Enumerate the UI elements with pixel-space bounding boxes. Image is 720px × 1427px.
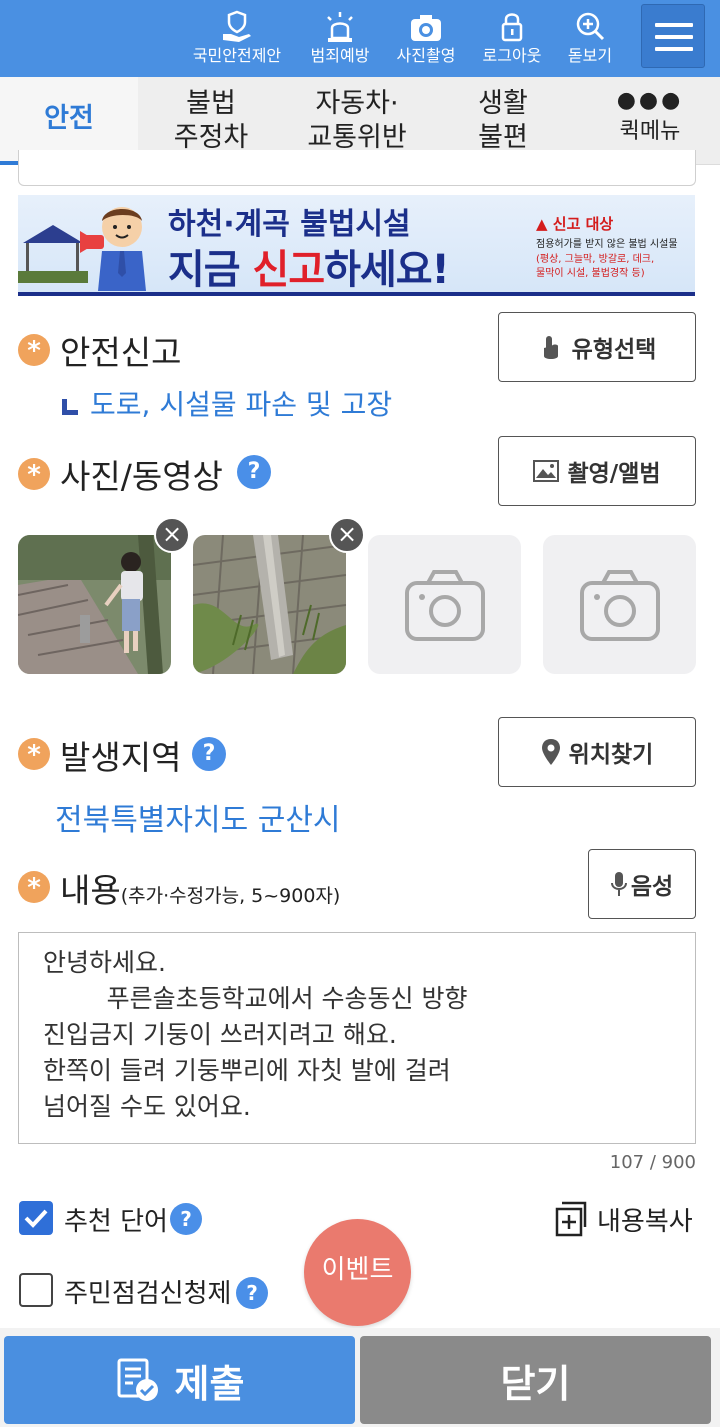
empty-photo-slot-1[interactable] xyxy=(368,535,521,674)
required-mark: * xyxy=(18,871,50,903)
tab-traffic-violation-label: 자동차· 교통위반 xyxy=(307,88,407,153)
submit-button[interactable]: 제출 xyxy=(4,1336,355,1424)
copy-content-label: 내용복사 xyxy=(597,1206,693,1237)
siren-icon xyxy=(327,12,353,42)
document-check-icon xyxy=(117,1358,158,1401)
banner-warn-title: ▲ 신고 대상 xyxy=(536,213,613,234)
top-header: 국민안전제안 범죄예방 사진촬영 로그아웃 돋보기 xyxy=(0,0,720,77)
close-button[interactable]: 닫기 xyxy=(360,1336,711,1424)
proposal-button[interactable]: 국민안전제안 xyxy=(187,6,287,72)
safety-report-title: 안전신고 xyxy=(60,333,182,372)
photo-thumbnail-2[interactable] xyxy=(193,535,346,674)
illegal-facility-banner[interactable]: 하천·계곡 불법시설 지금 신고하세요! ▲ 신고 대상 점용허가를 받지 않은… xyxy=(18,195,695,296)
banner-title-highlight: 신고 xyxy=(252,247,326,293)
copy-add-icon xyxy=(555,1201,587,1237)
banner-warn-line1: 점용허가를 받지 않은 불법 시설물 xyxy=(536,239,678,250)
banner-title-line2: 지금 신고하세요! xyxy=(168,237,450,293)
camera-placeholder-icon xyxy=(579,569,660,641)
resident-help-icon[interactable]: ? xyxy=(236,1277,268,1309)
capture-album-button[interactable]: 촬영/앨범 xyxy=(498,436,696,506)
content-line: 넘어질 수도 있어요. xyxy=(43,1092,251,1121)
voice-input-label: 음성 xyxy=(630,874,674,900)
recommend-help-icon[interactable]: ? xyxy=(170,1203,202,1235)
tab-quick-menu-label: 퀵메뉴 xyxy=(619,119,681,144)
image-icon xyxy=(533,460,560,482)
sub-item-corner-icon xyxy=(62,399,78,415)
delete-photo-1-button[interactable]: × xyxy=(154,517,190,553)
hamburger-icon-line xyxy=(655,47,693,51)
region-value: 전북특별자치도 군산시 xyxy=(55,803,341,838)
photo-thumbnail-1[interactable] xyxy=(18,535,171,674)
resident-check-label[interactable]: 주민점검신청제 xyxy=(64,1273,231,1310)
camera-icon xyxy=(411,15,441,41)
event-button[interactable]: 이벤트 xyxy=(304,1219,411,1326)
warning-triangle-icon: ▲ xyxy=(536,215,553,233)
content-line: 푸른솔초등학교에서 수송동신 방향 xyxy=(43,984,468,1013)
hand-shield-icon xyxy=(223,10,251,42)
content-title: 내용(추가·수정가능, 5~900자) xyxy=(60,864,340,912)
checkmark-icon xyxy=(24,1209,48,1228)
region-title: 발생지역 xyxy=(60,738,182,777)
crime-prevention-button[interactable]: 범죄예방 xyxy=(290,6,390,72)
photo-capture-button[interactable]: 사진촬영 xyxy=(376,6,476,72)
banner-title-part-a: 지금 xyxy=(168,247,253,293)
content-note: (추가·수정가능, 5~900자) xyxy=(120,885,341,907)
tab-illegal-parking-label: 불법 주정차 xyxy=(173,88,249,153)
content-line: 진입금지 기둥이 쓰러지려고 해요. xyxy=(43,1020,397,1049)
recommend-checkbox[interactable] xyxy=(19,1201,53,1235)
crime-prevention-label: 범죄예방 xyxy=(310,46,370,65)
copy-content-button[interactable]: 내용복사 xyxy=(555,1199,693,1239)
menu-button[interactable] xyxy=(641,4,705,68)
content-line: 안녕하세요. xyxy=(43,948,166,977)
required-mark: * xyxy=(18,334,50,366)
photo-capture-label: 사진촬영 xyxy=(396,46,456,65)
content-title-text: 내용 xyxy=(60,871,121,910)
char-counter: 107 / 900 xyxy=(609,1152,696,1173)
camera-placeholder-icon xyxy=(404,569,485,641)
tent-illustration-icon xyxy=(18,225,88,283)
mascot-icon xyxy=(80,207,146,291)
close-label: 닫기 xyxy=(500,1361,571,1406)
required-mark: * xyxy=(18,458,50,490)
photo-fallen-bollard xyxy=(193,535,346,674)
delete-photo-2-button[interactable]: × xyxy=(329,517,365,553)
submit-label: 제출 xyxy=(174,1361,245,1406)
banner-warn-title-text: 신고 대상 xyxy=(552,215,614,233)
banner-warn-line3: 물막이 시설, 불법경작 등) xyxy=(536,268,645,279)
empty-photo-slot-2[interactable] xyxy=(543,535,696,674)
type-select-label: 유형선택 xyxy=(571,337,657,363)
content-line: 한쪽이 들려 기둥뿌리에 자칫 발에 걸려 xyxy=(43,1056,451,1085)
magnifier-icon xyxy=(576,12,605,41)
content-textarea[interactable]: 안녕하세요. 푸른솔초등학교에서 수송동신 방향 진입금지 기둥이 쓰러지려고 … xyxy=(18,932,696,1144)
find-location-label: 위치찾기 xyxy=(568,742,654,768)
selected-type-text: 도로, 시설물 파손 및 고장 xyxy=(90,388,393,421)
previous-field[interactable] xyxy=(18,150,696,186)
resident-check-checkbox[interactable] xyxy=(19,1273,53,1307)
tab-safety-label: 안전 xyxy=(44,103,94,134)
voice-input-button[interactable]: 음성 xyxy=(588,849,696,919)
selected-type: 도로, 시설물 파손 및 고장 xyxy=(62,383,392,423)
banner-warn-line2: (평상, 그늘막, 방갈로, 데크, xyxy=(536,254,655,265)
type-select-button[interactable]: 유형선택 xyxy=(498,312,696,382)
location-pin-icon xyxy=(541,739,560,765)
region-help-icon[interactable]: ? xyxy=(192,737,226,771)
hamburger-icon xyxy=(655,23,693,27)
hamburger-icon-line xyxy=(655,35,693,39)
capture-album-label: 촬영/앨범 xyxy=(567,461,661,487)
banner-title-part-b: 하세요! xyxy=(324,247,450,293)
magnifier-button[interactable]: 돋보기 xyxy=(540,6,640,72)
more-dots-icon: ●●● xyxy=(616,88,684,113)
lock-icon xyxy=(501,13,523,42)
touch-icon xyxy=(543,336,558,359)
find-location-button[interactable]: 위치찾기 xyxy=(498,717,696,787)
recommend-label[interactable]: 추천 단어 xyxy=(64,1201,168,1238)
required-mark: * xyxy=(18,738,50,770)
photo-girl-sidewalk xyxy=(18,535,171,674)
microphone-icon xyxy=(610,872,627,896)
media-help-icon[interactable]: ? xyxy=(237,455,271,489)
proposal-label: 국민안전제안 xyxy=(192,46,282,65)
tab-living-inconvenience-label: 생활 불편 xyxy=(478,88,528,153)
media-title: 사진/동영상 xyxy=(60,457,223,496)
magnifier-label: 돋보기 xyxy=(567,46,613,65)
